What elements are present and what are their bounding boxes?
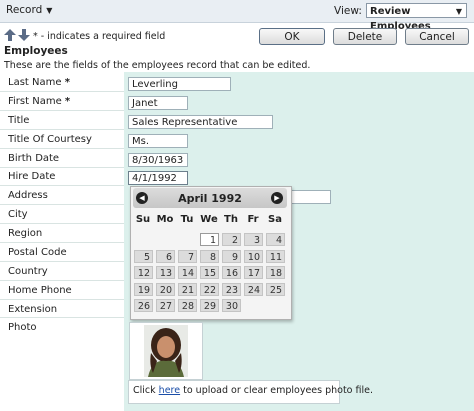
calendar-day[interactable]: 8 — [200, 250, 219, 263]
row-divider — [0, 185, 124, 186]
label-city: City — [8, 209, 28, 220]
row-divider — [0, 167, 124, 168]
row-divider — [0, 299, 124, 300]
calendar-day[interactable]: 14 — [178, 266, 197, 279]
weekday-header: Tu — [180, 214, 194, 225]
calendar-day[interactable]: 17 — [244, 266, 263, 279]
weekday-header: Su — [135, 214, 151, 225]
calendar-day[interactable]: 29 — [200, 299, 219, 312]
label-hire-date: Hire Date — [8, 171, 56, 182]
view-label: View: — [334, 5, 362, 17]
row-divider — [0, 110, 124, 111]
weekday-header: Fr — [247, 214, 259, 225]
caret-down-icon: ▼ — [455, 7, 462, 16]
label-birth-date: Birth Date — [8, 153, 60, 164]
calendar-day[interactable]: 25 — [266, 283, 285, 296]
address-field[interactable] — [290, 190, 331, 204]
calendar-day[interactable]: 2 — [222, 233, 241, 246]
label-extension: Extension — [8, 304, 58, 315]
calendar-day[interactable]: 13 — [156, 266, 175, 279]
row-divider — [0, 204, 124, 205]
label-country: Country — [8, 266, 48, 277]
calendar-day[interactable]: 5 — [134, 250, 153, 263]
row-divider — [0, 148, 124, 149]
label-address: Address — [8, 190, 48, 201]
calendar-day[interactable]: 30 — [222, 299, 241, 312]
last-name-field[interactable]: Leverling — [128, 77, 231, 91]
next-month-icon[interactable]: ▶ — [271, 192, 283, 204]
cancel-button[interactable]: Cancel — [405, 28, 469, 45]
view-select[interactable]: Review Employees ▼ — [366, 3, 467, 32]
row-divider — [0, 280, 124, 281]
section-description: These are the fields of the employees re… — [4, 60, 311, 71]
label-last-name: Last Name * — [8, 77, 70, 88]
calendar-day[interactable]: 27 — [156, 299, 175, 312]
employee-photo — [129, 322, 203, 380]
section-title: Employees — [4, 45, 68, 57]
row-divider — [0, 317, 124, 318]
row-divider — [0, 129, 124, 130]
title-field[interactable]: Sales Representative — [128, 115, 273, 129]
label-region: Region — [8, 228, 43, 239]
calendar-day[interactable]: 3 — [244, 233, 263, 246]
calendar-day[interactable]: 10 — [244, 250, 263, 263]
calendar-day[interactable]: 19 — [134, 283, 153, 296]
row-divider — [0, 223, 124, 224]
arrow-up-icon[interactable] — [4, 29, 16, 41]
row-divider — [0, 261, 124, 262]
calendar-day[interactable]: 23 — [222, 283, 241, 296]
label-title-of-courtesy: Title Of Courtesy — [8, 134, 92, 145]
calendar-day[interactable]: 21 — [178, 283, 197, 296]
row-divider — [0, 242, 124, 243]
title-of-courtesy-field[interactable]: Ms. — [128, 134, 188, 148]
portrait-image — [130, 323, 202, 379]
calendar-day[interactable]: 7 — [178, 250, 197, 263]
record-menu-label: Record — [6, 4, 43, 16]
weekday-header: Sa — [268, 214, 282, 225]
upload-link[interactable]: here — [159, 385, 180, 396]
row-divider — [0, 91, 124, 92]
required-note: * - indicates a required field — [33, 31, 166, 42]
weekday-header: Mo — [156, 214, 174, 225]
calendar-month-title: April 1992 — [178, 192, 242, 205]
calendar-day[interactable]: 28 — [178, 299, 197, 312]
arrow-down-icon[interactable] — [18, 29, 30, 41]
calendar-day[interactable]: 22 — [200, 283, 219, 296]
label-postal-code: Postal Code — [8, 247, 67, 258]
calendar-day[interactable]: 20 — [156, 283, 175, 296]
calendar-day[interactable]: 15 — [200, 266, 219, 279]
calendar-day[interactable]: 1 — [200, 233, 219, 246]
hire-date-field[interactable]: 4/1/1992 — [128, 171, 188, 185]
calendar-day[interactable]: 9 — [222, 250, 241, 263]
photo-upload-text: Click here to upload or clear employees … — [133, 385, 374, 396]
caret-down-icon: ▼ — [46, 6, 53, 15]
birth-date-field[interactable]: 8/30/1963 — [128, 153, 188, 167]
record-menu[interactable]: Record ▼ — [6, 4, 52, 16]
label-title: Title — [8, 115, 30, 126]
label-first-name: First Name * — [8, 96, 71, 107]
weekday-header: Th — [224, 214, 238, 225]
label-home-phone: Home Phone — [8, 285, 72, 296]
calendar-day[interactable]: 4 — [266, 233, 285, 246]
first-name-field[interactable]: Janet — [128, 96, 188, 110]
weekday-header: We — [200, 214, 218, 225]
calendar-day[interactable]: 16 — [222, 266, 241, 279]
prev-month-icon[interactable]: ◀ — [136, 192, 148, 204]
label-photo: Photo — [8, 322, 37, 333]
calendar-day[interactable]: 11 — [266, 250, 285, 263]
calendar-day[interactable]: 26 — [134, 299, 153, 312]
calendar-day[interactable]: 6 — [156, 250, 175, 263]
ok-button[interactable]: OK — [259, 28, 325, 45]
delete-button[interactable]: Delete — [333, 28, 397, 45]
calendar-day[interactable]: 12 — [134, 266, 153, 279]
calendar-day[interactable]: 24 — [244, 283, 263, 296]
calendar-day[interactable]: 18 — [266, 266, 285, 279]
